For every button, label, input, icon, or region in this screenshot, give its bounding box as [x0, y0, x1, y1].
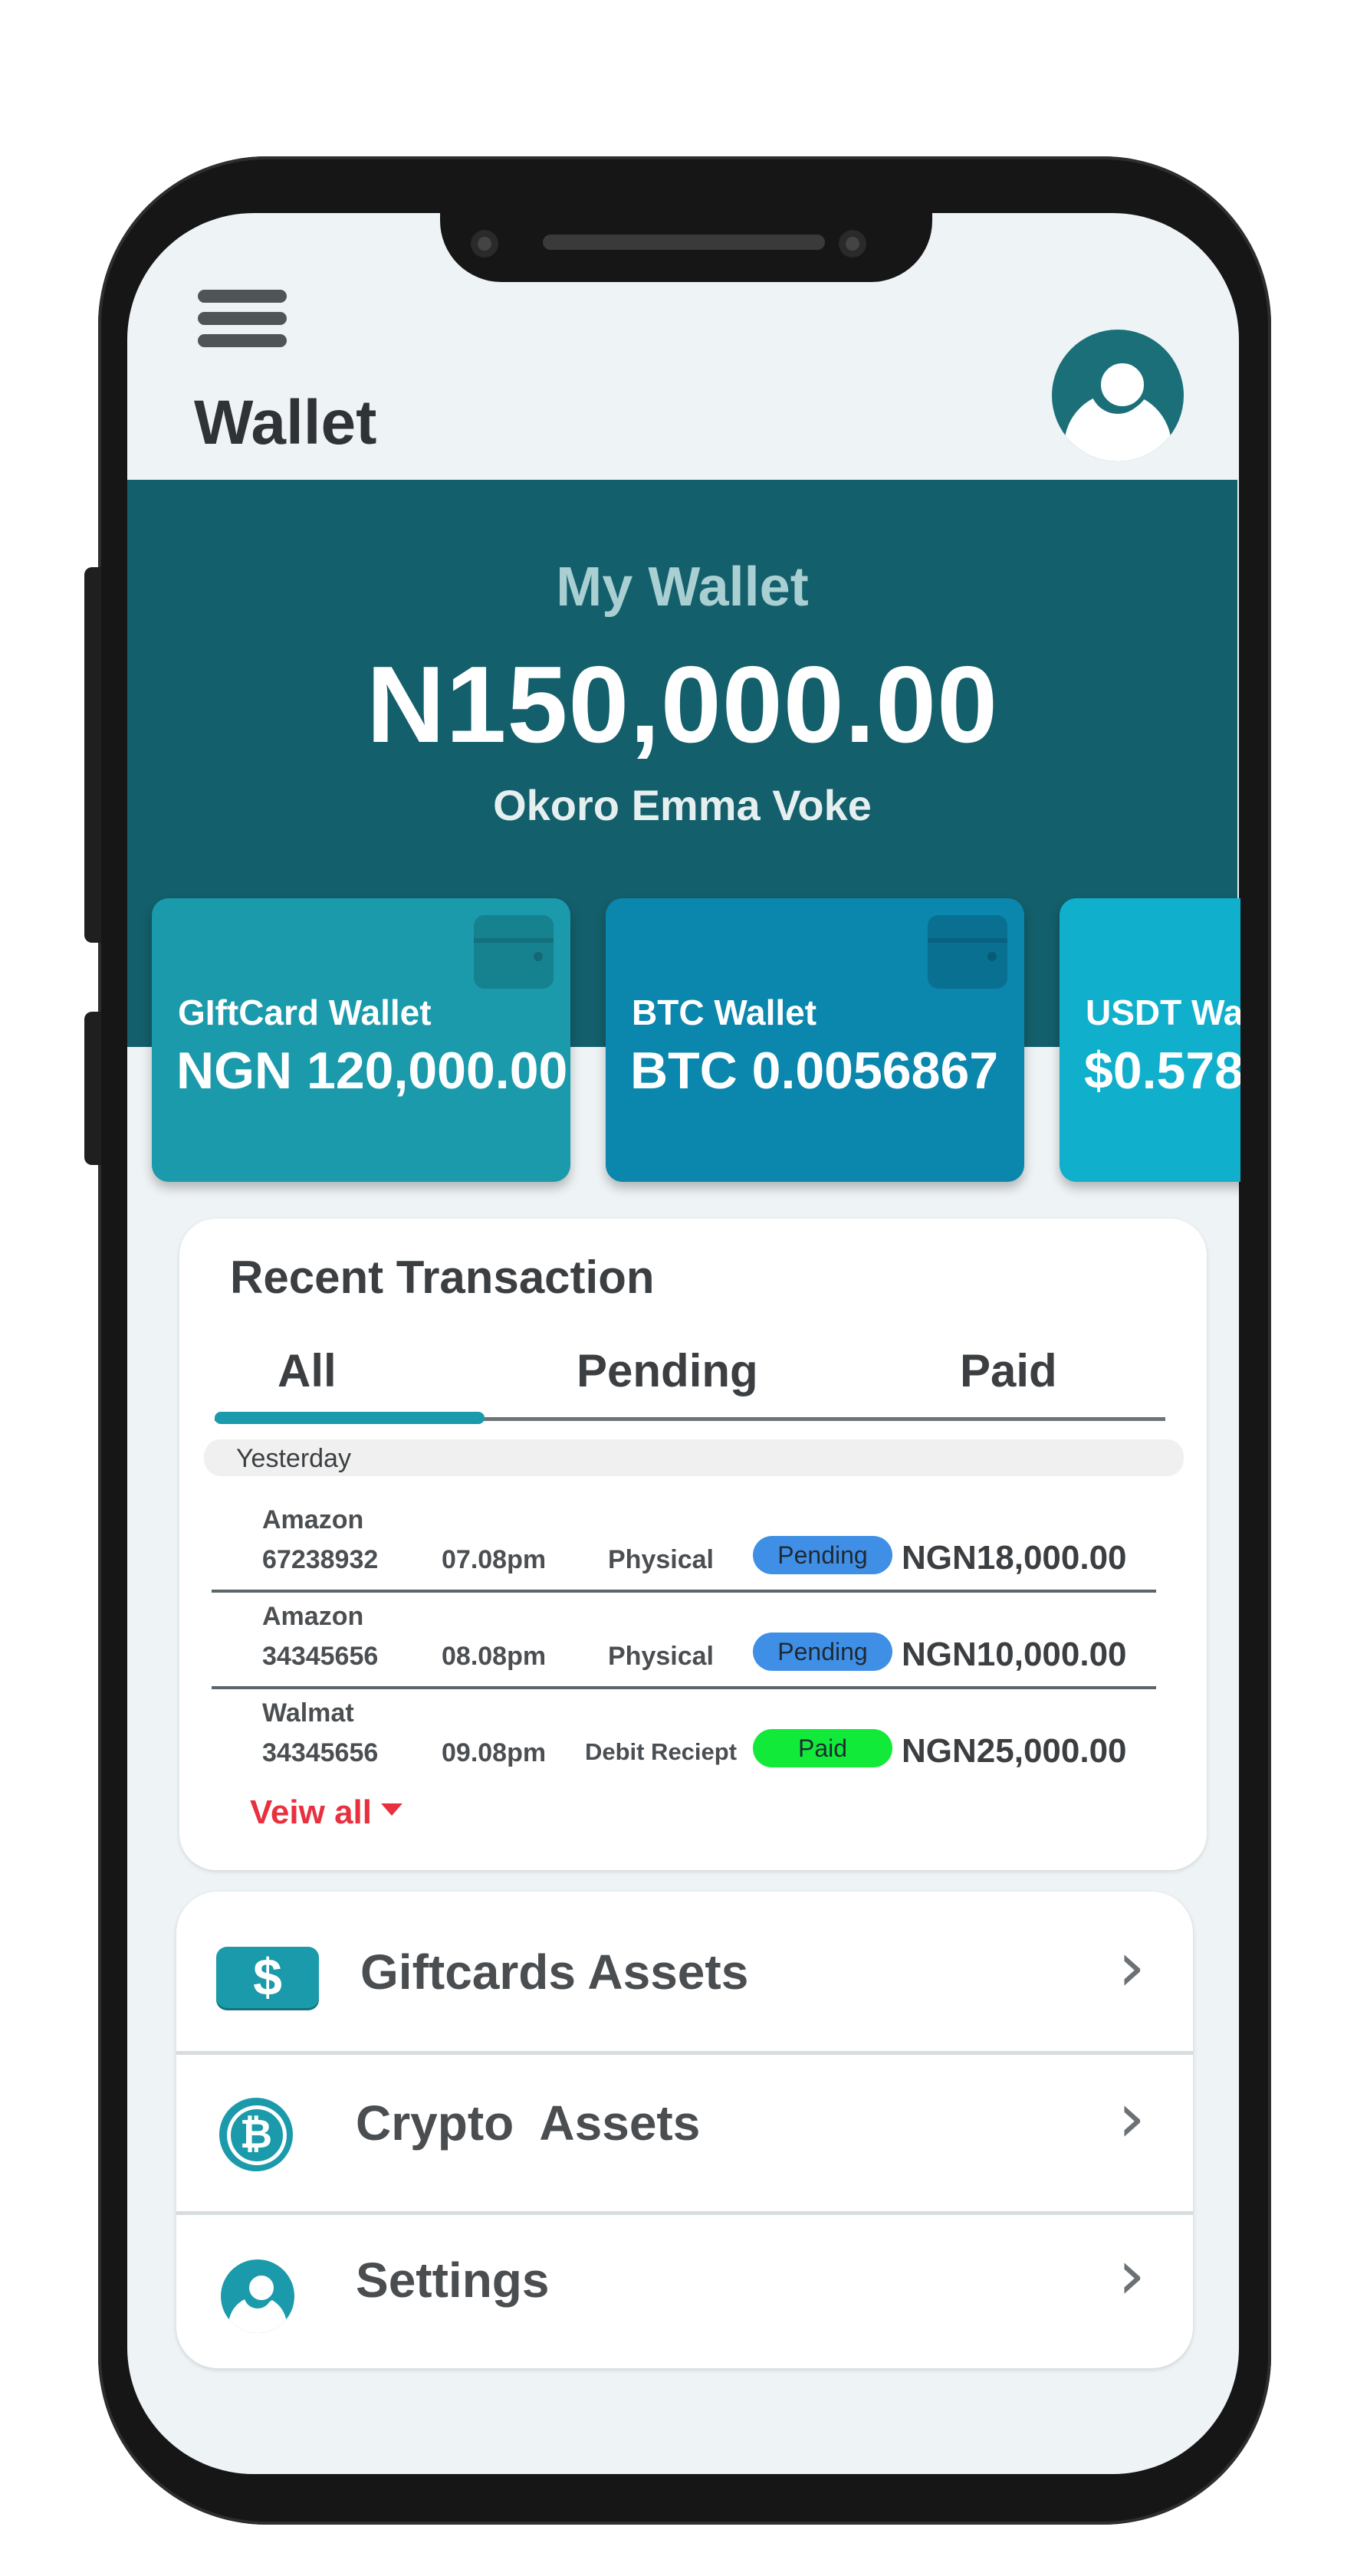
- transaction-time: 09.08pm: [442, 1738, 547, 1767]
- transaction-type: Physical: [608, 1545, 714, 1574]
- wallet-label: My Wallet: [556, 556, 809, 618]
- wallet-balance: N150,000.00: [366, 644, 999, 766]
- menu-item-giftcards-assets[interactable]: $ Giftcards Assets ›: [176, 1892, 1193, 2051]
- status-badge: Pending: [753, 1633, 892, 1671]
- front-sensor: [839, 230, 866, 258]
- hamburger-icon[interactable]: [198, 290, 287, 349]
- transaction-reference: 67238932: [262, 1545, 379, 1574]
- transaction-time: 08.08pm: [442, 1642, 547, 1671]
- wallet-card-name: USDT Wallet: [1086, 993, 1240, 1032]
- transaction-amount: NGN18,000.00: [902, 1539, 1127, 1577]
- transaction-merchant: Amazon: [262, 1602, 364, 1631]
- transaction-merchant: Walmat: [262, 1698, 354, 1728]
- menu-item-label: Crypto Assets: [356, 2095, 701, 2151]
- wallet-card-balance: NGN 120,000.00: [176, 1042, 568, 1100]
- transaction-type: Physical: [608, 1642, 714, 1671]
- caret-down-icon: [380, 1803, 402, 1816]
- bitcoin-icon: ₿: [219, 2098, 293, 2171]
- user-settings-icon: [221, 2259, 294, 2333]
- tab-pending[interactable]: Pending: [577, 1344, 758, 1397]
- earpiece-speaker: [543, 235, 825, 250]
- phone-side-button: [84, 567, 101, 943]
- view-all-link[interactable]: Veiw all: [250, 1793, 402, 1832]
- wallet-cards-carousel[interactable]: GIftCard Wallet NGN 120,000.00 BTC Walle…: [127, 881, 1240, 1211]
- phone-side-button: [84, 1012, 101, 1165]
- tab-all[interactable]: All: [278, 1344, 337, 1397]
- row-divider: [212, 1590, 1156, 1593]
- wallet-icon: [928, 915, 1007, 989]
- row-divider: [212, 1686, 1156, 1689]
- transaction-time: 07.08pm: [442, 1545, 547, 1574]
- menu-item-label: Giftcards Assets: [360, 1944, 749, 2000]
- wallet-card-balance: BTC 0.0056867: [630, 1042, 999, 1100]
- wallet-card-balance: $0.578: [1084, 1042, 1240, 1100]
- btc-wallet-card[interactable]: BTC Wallet BTC 0.0056867: [606, 898, 1024, 1182]
- wallet-card-name: GIftCard Wallet: [178, 993, 432, 1032]
- page-title: Wallet: [194, 388, 377, 458]
- transaction-type: Debit Reciept: [584, 1738, 738, 1765]
- chevron-right-icon: ›: [1118, 2078, 1145, 2158]
- menu-item-label: Settings: [356, 2253, 550, 2308]
- transaction-merchant: Amazon: [262, 1505, 364, 1534]
- menu-item-crypto-assets[interactable]: ₿ Crypto Assets ›: [176, 2055, 1193, 2211]
- user-icon[interactable]: [1052, 330, 1184, 461]
- transaction-amount: NGN10,000.00: [902, 1636, 1127, 1673]
- front-camera: [471, 230, 498, 258]
- active-tab-indicator: [215, 1412, 485, 1424]
- chevron-right-icon: ›: [1118, 2235, 1145, 2315]
- usdt-wallet-card[interactable]: USDT Wallet $0.578: [1060, 898, 1240, 1182]
- status-badge: Pending: [753, 1536, 892, 1574]
- assets-menu: $ Giftcards Assets › ₿ Crypto Assets › S…: [176, 1892, 1193, 2368]
- chevron-right-icon: ›: [1118, 1927, 1145, 2007]
- menu-item-settings[interactable]: Settings ›: [176, 2215, 1193, 2368]
- transaction-reference: 34345656: [262, 1642, 379, 1671]
- wallet-icon: [474, 915, 554, 989]
- transaction-reference: 34345656: [262, 1738, 379, 1767]
- giftcard-wallet-card[interactable]: GIftCard Wallet NGN 120,000.00: [152, 898, 570, 1182]
- transaction-amount: NGN25,000.00: [902, 1732, 1127, 1770]
- dollar-icon: $: [216, 1947, 319, 2008]
- wallet-card-name: BTC Wallet: [632, 993, 817, 1032]
- view-all-label: Veiw all: [250, 1793, 372, 1831]
- tab-paid[interactable]: Paid: [960, 1344, 1057, 1397]
- recent-transactions-title: Recent Transaction: [230, 1252, 655, 1303]
- status-badge: Paid: [753, 1729, 892, 1767]
- date-group-label: Yesterday: [236, 1444, 351, 1473]
- wallet-owner-name: Okoro Emma Voke: [493, 781, 872, 829]
